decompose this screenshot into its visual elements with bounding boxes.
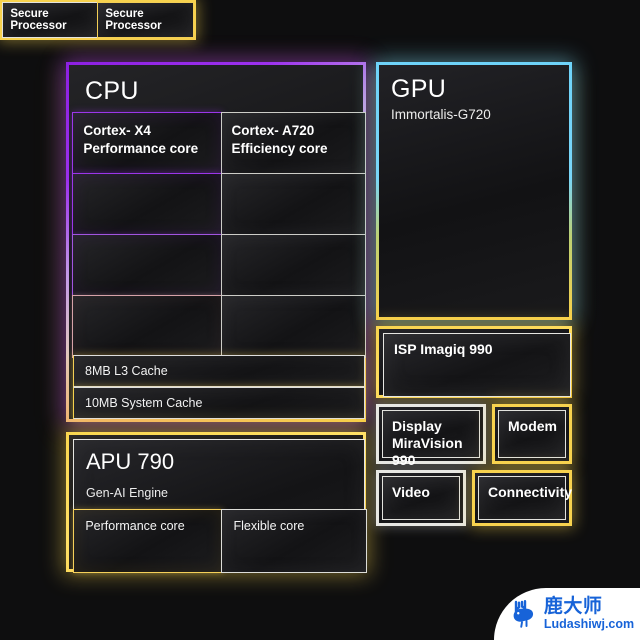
cpu-core-cell <box>220 234 366 297</box>
secure-processor-grid: Secure Processor Secure Processor <box>2 2 194 38</box>
modem-block: Modem <box>492 404 572 464</box>
video-label: Video <box>392 484 430 500</box>
watermark-text: 鹿大师 Ludashiwj.com <box>544 597 634 631</box>
cpu-core-cell <box>220 295 366 358</box>
cpu-core-cell <box>220 173 366 236</box>
secure-processor-cell: Secure Processor <box>97 2 194 38</box>
video-inner-panel: Video <box>382 476 460 520</box>
watermark-site: Ludashiwj.com <box>543 617 635 632</box>
cpu-core-cell <box>72 295 222 358</box>
video-block: Video <box>376 470 466 526</box>
connectivity-block: Connectivity <box>472 470 572 526</box>
watermark-brand-name: 鹿大师 <box>543 596 603 618</box>
cpu-core-header-efficiency: Cortex- A720 Efficiency core <box>220 112 366 175</box>
cpu-core-name-x4: Cortex- X4 <box>83 123 151 139</box>
cpu-core-cell <box>72 234 222 297</box>
cpu-l3-cache-label: 8MB L3 Cache <box>85 364 168 378</box>
isp-inner-panel: ISP Imagiq 990 <box>383 333 571 397</box>
cpu-system-cache-bar: 10MB System Cache <box>73 387 365 419</box>
cpu-core-header-performance: Cortex- X4 Performance core <box>72 112 222 175</box>
secure-processor-label-2: Secure Processor <box>105 8 162 32</box>
cpu-l3-cache-bar: 8MB L3 Cache <box>73 355 365 387</box>
display-inner-panel: Display MiraVision 990 <box>382 410 480 468</box>
apu-performance-core-label: Performance core <box>85 519 185 534</box>
cpu-core-grid: Cortex- X4 Performance core Cortex- A720… <box>72 112 366 358</box>
isp-section: ISP Imagiq 990 <box>376 326 572 398</box>
apu-flexible-core-label: Flexible core <box>233 519 305 534</box>
secure-processor-section: Secure Processor Secure Processor <box>0 0 196 40</box>
secure-processor-label-1: Secure Processor <box>10 8 67 32</box>
display-block: Display MiraVision 990 <box>376 404 486 468</box>
apu-inner-panel: APU 790 Gen-AI Engine Performance core F… <box>73 439 367 573</box>
watermark: 鹿大师 Ludashiwj.com <box>494 588 640 640</box>
modem-inner-panel: Modem <box>498 410 566 458</box>
apu-title: APU 790 <box>86 449 175 474</box>
cpu-core-role-a720: Efficiency core <box>231 141 328 157</box>
apu-section: APU 790 Gen-AI Engine Performance core F… <box>66 432 367 573</box>
cpu-core-role-x4: Performance core <box>83 141 199 157</box>
modem-label: Modem <box>508 418 557 434</box>
connectivity-label: Connectivity <box>488 484 573 500</box>
gpu-subtitle: Immortalis-G720 <box>391 107 491 122</box>
deer-logo-icon <box>513 600 533 628</box>
cpu-core-name-a720: Cortex- A720 <box>231 123 315 139</box>
secure-processor-cell: Secure Processor <box>2 2 99 38</box>
apu-core-grid: Performance core Flexible core <box>73 509 367 573</box>
cpu-system-cache-label: 10MB System Cache <box>85 396 203 410</box>
cpu-header: CPU <box>73 69 365 113</box>
connectivity-inner-panel: Connectivity <box>478 476 573 520</box>
display-label-line1: Display <box>392 418 442 434</box>
display-label-line2: MiraVision 990 <box>392 435 463 469</box>
isp-label: ISP Imagiq 990 <box>394 341 493 357</box>
apu-performance-core-cell: Performance core <box>73 509 223 573</box>
cpu-section: CPU Cortex- X4 Performance core Cortex- … <box>66 62 366 422</box>
apu-flexible-core-cell: Flexible core <box>221 509 367 573</box>
cpu-title: CPU <box>85 76 139 105</box>
gpu-section: GPU Immortalis-G720 <box>376 62 572 320</box>
apu-subtitle: Gen-AI Engine <box>86 486 168 500</box>
chipset-block-diagram: CPU Cortex- X4 Performance core Cortex- … <box>0 0 640 640</box>
cpu-core-cell <box>72 173 222 236</box>
gpu-title: GPU <box>391 75 447 103</box>
